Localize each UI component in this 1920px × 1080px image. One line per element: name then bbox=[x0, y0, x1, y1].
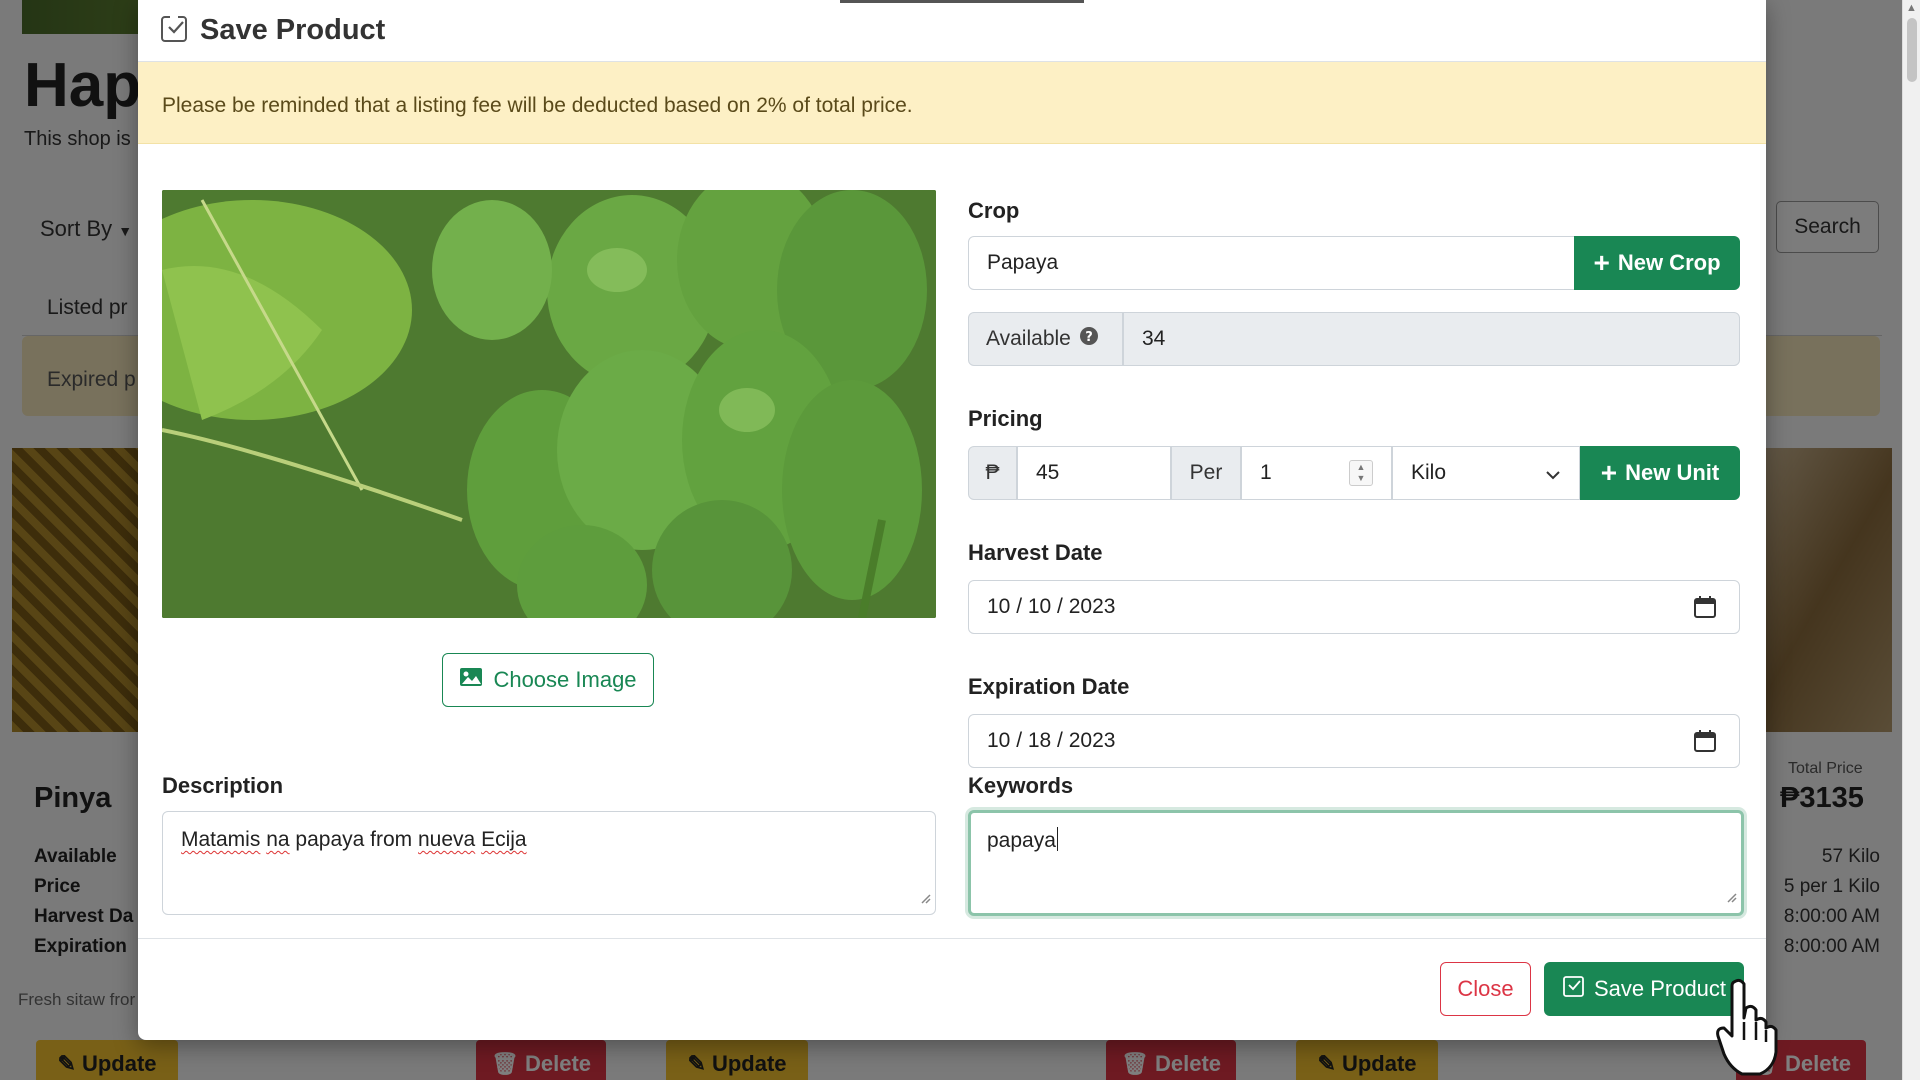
scroll-up-arrow-icon[interactable]: ▲ bbox=[1906, 2, 1917, 14]
pricing-label: Pricing bbox=[968, 406, 1043, 431]
image-icon bbox=[459, 667, 483, 693]
available-input: 34 bbox=[1123, 312, 1740, 366]
crop-label: Crop bbox=[968, 198, 1020, 223]
choose-image-button[interactable]: Choose Image bbox=[442, 653, 654, 707]
available-addon: Available ? bbox=[968, 312, 1123, 366]
save-product-label: Save Product bbox=[1593, 976, 1727, 1001]
text-caret bbox=[1056, 827, 1058, 851]
listing-fee-alert: Please be reminded that a listing fee wi… bbox=[138, 62, 1766, 144]
close-button[interactable]: Close bbox=[1440, 962, 1531, 1016]
resize-handle-icon[interactable] bbox=[1725, 885, 1737, 909]
modal-header: Save Product bbox=[138, 0, 1766, 62]
calendar-icon[interactable] bbox=[1693, 729, 1717, 759]
keywords-label: Keywords bbox=[968, 773, 1074, 798]
plus-icon: + bbox=[1593, 247, 1610, 278]
quantity-value: 1 bbox=[1260, 461, 1272, 484]
svg-text:?: ? bbox=[1085, 330, 1093, 345]
save-icon bbox=[160, 13, 190, 48]
expiration-date-input[interactable]: 10 / 18 / 2023 bbox=[968, 714, 1740, 768]
modal-title: Save Product bbox=[200, 14, 386, 46]
expiration-date-label: Expiration Date bbox=[968, 674, 1130, 699]
harvest-date-label: Harvest Date bbox=[968, 540, 1103, 565]
quantity-stepper[interactable]: 1 ▲ ▼ bbox=[1241, 446, 1392, 500]
new-crop-label: New Crop bbox=[1617, 250, 1721, 275]
expiration-date-value: 10 / 18 / 2023 bbox=[987, 729, 1116, 752]
new-unit-button[interactable]: + New Unit bbox=[1580, 446, 1740, 500]
hand-cursor-icon bbox=[1716, 978, 1782, 1080]
calendar-icon[interactable] bbox=[1693, 595, 1717, 625]
available-label: Available bbox=[986, 327, 1071, 350]
save-icon bbox=[1562, 974, 1586, 1004]
save-product-button[interactable]: Save Product bbox=[1544, 962, 1744, 1016]
crop-selected: Papaya bbox=[987, 251, 1059, 274]
description-label: Description bbox=[162, 773, 284, 798]
spinner-arrows-icon[interactable]: ▲ ▼ bbox=[1349, 460, 1373, 486]
page-scrollbar[interactable]: ▲ bbox=[1902, 0, 1920, 1080]
price-input[interactable]: 45 bbox=[1017, 446, 1171, 500]
modal-footer-divider bbox=[138, 938, 1766, 939]
scrollbar-thumb[interactable] bbox=[1907, 18, 1917, 82]
keywords-value: papaya bbox=[987, 829, 1056, 852]
new-unit-label: New Unit bbox=[1625, 460, 1720, 485]
product-image bbox=[162, 190, 936, 618]
peso-addon: ₱ bbox=[968, 446, 1017, 500]
unit-select[interactable]: Kilo bbox=[1392, 446, 1580, 500]
save-product-modal: Save Product Please be reminded that a l… bbox=[138, 0, 1778, 1076]
question-circle-icon[interactable]: ? bbox=[1079, 326, 1099, 352]
unit-selected: Kilo bbox=[1411, 461, 1447, 484]
plus-icon: + bbox=[1600, 457, 1618, 488]
chevron-down-icon bbox=[1545, 465, 1561, 489]
keywords-textarea[interactable]: papaya bbox=[968, 810, 1744, 916]
harvest-date-value: 10 / 10 / 2023 bbox=[987, 595, 1116, 618]
new-crop-button[interactable]: + New Crop bbox=[1574, 236, 1740, 290]
choose-image-label: Choose Image bbox=[493, 667, 637, 692]
harvest-date-input[interactable]: 10 / 10 / 2023 bbox=[968, 580, 1740, 634]
resize-handle-icon[interactable] bbox=[919, 886, 931, 910]
per-addon: Per bbox=[1171, 446, 1241, 500]
description-textarea[interactable]: Matamis na papaya from nueva Ecija bbox=[162, 811, 936, 915]
